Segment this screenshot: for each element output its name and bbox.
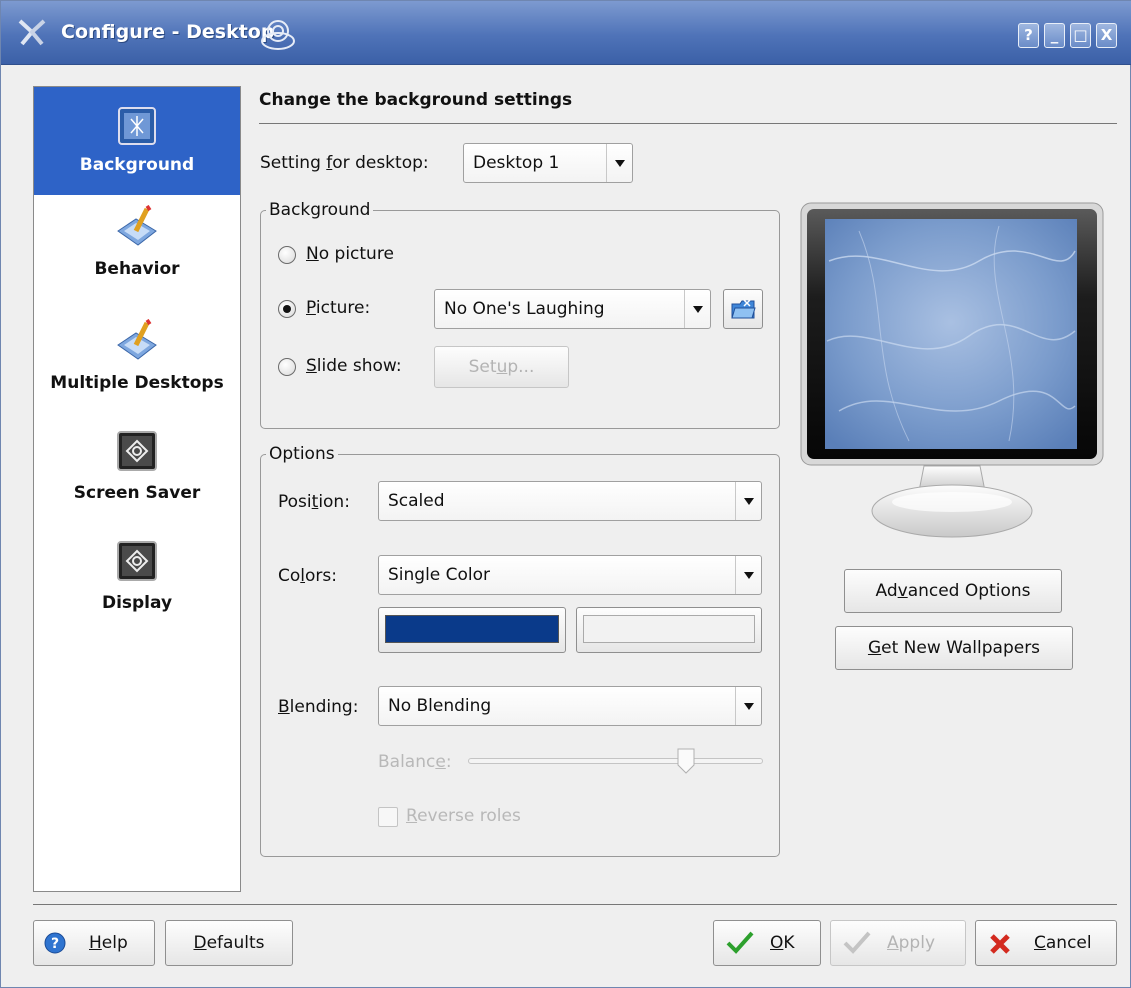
primary-color-button[interactable] [378, 607, 566, 653]
minimize-button[interactable]: _ [1044, 23, 1065, 48]
chevron-down-icon [684, 290, 710, 328]
cancel-button-label: Cancel [1034, 933, 1092, 953]
help-button[interactable]: ? Help [33, 920, 155, 966]
title-bar[interactable]: Configure - Desktop ? _ □ X [1, 1, 1131, 65]
chevron-down-icon [735, 687, 761, 725]
picture-select-value: No One's Laughing [444, 299, 605, 319]
display-icon [117, 541, 157, 581]
picture-label[interactable]: Picture: [306, 298, 370, 318]
apply-button-label: Apply [887, 933, 936, 953]
sidebar-item-background[interactable]: Background [34, 87, 240, 195]
header-divider [259, 123, 1117, 124]
page-title: Change the background settings [259, 90, 573, 110]
blending-label: Blending: [278, 697, 359, 717]
monitor-preview-image [800, 202, 1104, 538]
sidebar-label-display: Display [101, 593, 173, 613]
primary-color-swatch [385, 615, 559, 643]
balance-slider-track[interactable] [468, 758, 763, 764]
sidebar-item-display[interactable]: Display [34, 541, 240, 637]
sidebar-label-behavior: Behavior [94, 259, 180, 279]
colors-label: Colors: [278, 566, 337, 586]
checkmark-icon [843, 931, 871, 954]
defaults-button[interactable]: Defaults [165, 920, 293, 966]
sidebar: Background Behavior Multiple Desktops Sc… [33, 86, 241, 892]
checkmark-icon [726, 931, 754, 954]
sidebar-label-multiple-desktops: Multiple Desktops [50, 373, 224, 393]
wallpaper-preview-monitor [799, 201, 1105, 546]
sidebar-label-background: Background [79, 155, 195, 175]
sidebar-item-screen-saver[interactable]: Screen Saver [34, 431, 240, 527]
balance-label: Balance: [378, 752, 452, 772]
sidebar-label-screen-saver: Screen Saver [73, 483, 201, 503]
reverse-roles-checkbox[interactable] [378, 807, 398, 827]
setup-button[interactable]: Setup... [434, 346, 569, 388]
advanced-options-button[interactable]: Advanced Options [844, 569, 1062, 613]
desktop-select-value: Desktop 1 [473, 153, 560, 173]
position-label: Position: [278, 492, 350, 512]
balance-slider-handle[interactable] [676, 747, 696, 775]
cancel-x-icon [990, 934, 1010, 954]
reverse-roles-label: Reverse roles [406, 806, 521, 826]
chevron-down-icon [606, 144, 632, 182]
kde-swirl-icon [261, 20, 295, 50]
screen-saver-icon [117, 431, 157, 471]
secondary-color-button[interactable] [576, 607, 762, 653]
cancel-button[interactable]: Cancel [975, 920, 1117, 966]
multiple-desktops-icon [117, 319, 157, 360]
ok-button[interactable]: OK [713, 920, 821, 966]
background-group-title: Background [266, 200, 374, 220]
blending-select-value: No Blending [388, 696, 492, 716]
window-title: Configure - Desktop [61, 21, 275, 43]
background-icon [118, 107, 156, 145]
help-button-label: Help [89, 933, 128, 953]
maximize-button[interactable]: □ [1070, 23, 1091, 48]
slider-thumb-icon [677, 748, 695, 774]
options-group-title: Options [266, 444, 338, 464]
footer-divider [33, 904, 1117, 905]
sidebar-item-behavior[interactable]: Behavior [34, 205, 240, 305]
colors-select[interactable]: Single Color [378, 555, 762, 595]
configure-desktop-window: Configure - Desktop ? _ □ X Background B… [0, 0, 1131, 988]
behavior-icon [117, 205, 157, 246]
chevron-down-icon [735, 556, 761, 594]
desktop-select[interactable]: Desktop 1 [463, 143, 633, 183]
picture-select[interactable]: No One's Laughing [434, 289, 711, 329]
get-new-wallpapers-button[interactable]: Get New Wallpapers [835, 626, 1073, 670]
slide-show-radio[interactable] [278, 358, 296, 376]
ok-button-label: OK [770, 933, 795, 953]
help-icon: ? [44, 932, 66, 954]
setting-for-desktop-label: Setting for desktop: [260, 153, 429, 173]
secondary-color-swatch [583, 615, 755, 643]
position-select-value: Scaled [388, 491, 445, 511]
kde-tools-icon [18, 19, 46, 46]
folder-open-icon [731, 299, 756, 319]
picture-radio[interactable] [278, 300, 296, 318]
position-select[interactable]: Scaled [378, 481, 762, 521]
close-button[interactable]: X [1096, 23, 1117, 48]
browse-picture-button[interactable] [723, 289, 763, 329]
blending-select[interactable]: No Blending [378, 686, 762, 726]
apply-button[interactable]: Apply [830, 920, 966, 966]
help-title-button[interactable]: ? [1018, 23, 1039, 48]
colors-select-value: Single Color [388, 565, 491, 585]
slide-show-label[interactable]: Slide show: [306, 356, 402, 376]
no-picture-label[interactable]: No picture [306, 244, 394, 264]
sidebar-item-multiple-desktops[interactable]: Multiple Desktops [34, 319, 240, 419]
svg-text:?: ? [51, 936, 59, 952]
chevron-down-icon [735, 482, 761, 520]
no-picture-radio[interactable] [278, 246, 296, 264]
